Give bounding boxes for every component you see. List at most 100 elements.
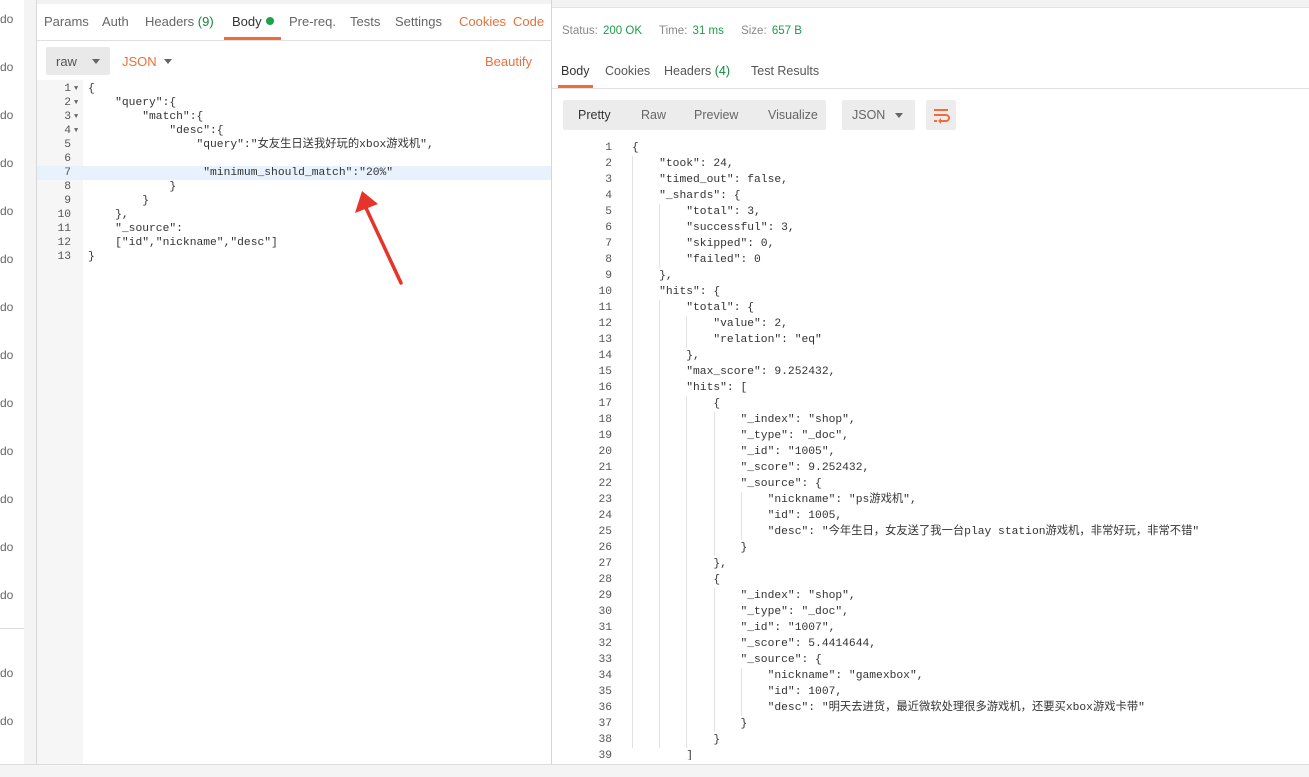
sidebar-item-label[interactable]: do xyxy=(0,108,13,122)
tab-response-headers[interactable]: Headers (4) xyxy=(664,64,730,78)
wrap-lines-button[interactable] xyxy=(926,100,956,130)
response-code: "took": 24, xyxy=(632,158,734,170)
response-line: 39 ] xyxy=(552,748,1309,760)
response-line: 34 "nickname": "gamexbox", xyxy=(552,668,1309,684)
response-line: 12 "value": 2, xyxy=(552,316,1309,332)
response-line: 2 "took": 24, xyxy=(552,156,1309,172)
response-code: "hits": [ xyxy=(632,382,748,394)
tab-response-cookies[interactable]: Cookies xyxy=(605,64,650,78)
response-code: "_source": { xyxy=(632,478,822,490)
response-line: 30 "_type": "_doc", xyxy=(552,604,1309,620)
view-visualize-button[interactable]: Visualize xyxy=(768,108,818,122)
response-code: "id": 1007, xyxy=(632,686,843,698)
sidebar-item-label[interactable]: do xyxy=(0,60,13,74)
tab-response-headers-label: Headers xyxy=(664,64,712,78)
line-number: 4 xyxy=(605,190,612,202)
response-code: { xyxy=(632,398,721,410)
sidebar-item-label[interactable]: do xyxy=(0,540,13,554)
response-code: "total": { xyxy=(632,302,755,314)
line-number: 6 xyxy=(605,222,612,234)
response-line: 25 "desc": "今年生日，女友送了我一台play station游戏机，… xyxy=(552,524,1309,540)
sidebar-item-label[interactable]: do xyxy=(0,588,13,602)
size-value[interactable]: 657 B xyxy=(772,25,802,37)
response-line: 19 "_type": "_doc", xyxy=(552,428,1309,444)
line-number: 24 xyxy=(598,510,612,522)
response-line: 14 }, xyxy=(552,348,1309,364)
line-number: 1 xyxy=(605,142,612,154)
view-raw-button[interactable]: Raw xyxy=(641,108,666,122)
line-number: 19 xyxy=(598,430,612,442)
pane-resizer[interactable] xyxy=(24,0,37,776)
sidebar-item-label[interactable]: do xyxy=(0,666,13,680)
response-top-border xyxy=(552,0,1309,8)
response-line: 6 "successful": 3, xyxy=(552,220,1309,236)
sidebar-item-label[interactable]: do xyxy=(0,492,13,506)
response-code: "_score": 5.4414644, xyxy=(632,638,877,650)
sidebar-item-label[interactable]: do xyxy=(0,300,13,314)
sidebar-item-label[interactable]: do xyxy=(0,204,13,218)
response-code: "_score": 9.252432, xyxy=(632,462,870,474)
line-number: 22 xyxy=(598,478,612,490)
response-code: "_id": "1007", xyxy=(632,622,836,634)
response-line: 33 "_source": { xyxy=(552,652,1309,668)
response-line: 32 "_score": 5.4414644, xyxy=(552,636,1309,652)
line-number: 12 xyxy=(598,318,612,330)
response-line: 11 "total": { xyxy=(552,300,1309,316)
sidebar-item-label[interactable]: do xyxy=(0,12,13,26)
sidebar-item-label[interactable]: do xyxy=(0,396,13,410)
line-number: 14 xyxy=(598,350,612,362)
line-number: 9 xyxy=(605,270,612,282)
line-number: 15 xyxy=(598,366,612,378)
horizontal-scrollbar[interactable] xyxy=(0,764,1309,777)
response-format-value: JSON xyxy=(852,108,886,122)
response-code: }, xyxy=(632,270,673,282)
line-number: 35 xyxy=(598,686,612,698)
tab-test-results[interactable]: Test Results xyxy=(751,64,819,78)
line-number: 37 xyxy=(598,718,612,730)
response-code: } xyxy=(632,718,748,730)
line-number: 23 xyxy=(598,494,612,506)
response-code: "_type": "_doc", xyxy=(632,606,849,618)
tab-response-body[interactable]: Body xyxy=(561,64,590,78)
sidebar-item-label[interactable]: do xyxy=(0,714,13,728)
sidebar-item-label[interactable]: do xyxy=(0,156,13,170)
collections-sidebar: do do do do do do do do do do do do do do do xyxy=(0,0,25,776)
line-number: 31 xyxy=(598,622,612,634)
time-label: Time: xyxy=(659,25,688,37)
time-value[interactable]: 31 ms xyxy=(693,25,724,37)
view-mode-group: Pretty Raw Preview Visualize xyxy=(563,100,826,130)
response-code: "_index": "shop", xyxy=(632,590,856,602)
line-number: 29 xyxy=(598,590,612,602)
line-number: 28 xyxy=(598,574,612,586)
response-body-viewer[interactable]: 1{2 "took": 24, 3 "timed_out": false, 4 "_… xyxy=(552,140,1309,760)
response-code: "desc": "今年生日，女友送了我一台play station游戏机，非常好… xyxy=(632,526,1200,538)
view-pretty-button[interactable]: Pretty xyxy=(578,108,611,122)
line-number: 7 xyxy=(605,238,612,250)
response-line: 13 "relation": "eq" xyxy=(552,332,1309,348)
wrap-lines-icon xyxy=(934,109,950,124)
response-line: 4 "_shards": { xyxy=(552,188,1309,204)
response-line: 3 "timed_out": false, xyxy=(552,172,1309,188)
line-number: 39 xyxy=(598,750,612,760)
status-value[interactable]: 200 OK xyxy=(603,25,642,37)
response-code: "desc": "明天去进货，最近微软处理很多游戏机，还要买xbox游戏卡带" xyxy=(632,702,1145,714)
response-code: "failed": 0 xyxy=(632,254,761,266)
response-code: } xyxy=(632,734,721,746)
sidebar-item-label[interactable]: do xyxy=(0,252,13,266)
line-number: 32 xyxy=(598,638,612,650)
annotation-arrow-icon xyxy=(355,191,403,285)
response-code: "max_score": 9.252432, xyxy=(632,366,836,378)
response-line: 9 }, xyxy=(552,268,1309,284)
sidebar-item-label[interactable]: do xyxy=(0,348,13,362)
response-format-select[interactable]: JSON xyxy=(842,100,915,130)
sidebar-divider xyxy=(0,628,24,629)
response-code: { xyxy=(632,142,639,154)
sidebar-item-label[interactable]: do xyxy=(0,444,13,458)
response-line: 38 } xyxy=(552,732,1309,748)
line-number: 36 xyxy=(598,702,612,714)
response-line: 24 "id": 1005, xyxy=(552,508,1309,524)
view-preview-button[interactable]: Preview xyxy=(694,108,738,122)
size-label: Size: xyxy=(741,25,767,37)
response-code: { xyxy=(632,574,721,586)
response-line: 22 "_source": { xyxy=(552,476,1309,492)
